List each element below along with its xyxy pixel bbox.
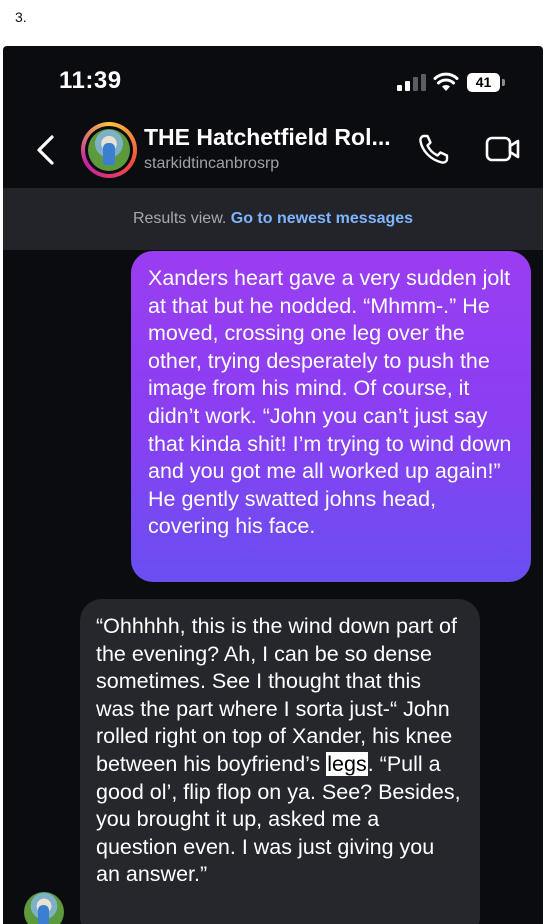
video-camera-icon[interactable] <box>485 134 521 164</box>
sender-avatar[interactable] <box>24 892 64 924</box>
post-number: 3. <box>15 9 27 25</box>
phone-icon[interactable] <box>417 132 451 166</box>
status-bar: 11:39 41 <box>3 46 543 116</box>
cellular-signal-icon <box>397 74 426 91</box>
avatar-figure <box>103 143 115 165</box>
received-message-bubble[interactable]: “Ohhhhh, this is the wind down part of t… <box>80 599 480 924</box>
back-chevron-icon[interactable] <box>33 134 59 166</box>
search-highlight: legs <box>326 751 368 776</box>
chat-header: THE Hatchetfield Rol... starkidtincanbro… <box>3 116 543 188</box>
battery-icon: 41 <box>467 73 507 92</box>
group-avatar[interactable] <box>81 122 137 178</box>
phone-screen: 11:39 41 THE Hatchetfield Rol... starkid… <box>3 46 543 924</box>
battery-cap <box>502 79 505 86</box>
results-view-label: Results view. <box>132 210 227 227</box>
sent-message-bubble[interactable]: Xanders heart gave a very sudden jolt at… <box>131 251 531 582</box>
go-to-newest-link[interactable]: Go to newest messages <box>231 210 413 227</box>
avatar-border <box>85 126 133 174</box>
status-time: 11:39 <box>59 67 122 94</box>
results-view-bar: Results view. Go to newest messages <box>3 188 543 250</box>
chat-subtitle[interactable]: starkidtincanbrosrp <box>144 155 279 173</box>
sent-message-text: Xanders heart gave a very sudden jolt at… <box>148 266 512 539</box>
wifi-icon <box>433 72 459 91</box>
sender-avatar-figure <box>38 905 49 924</box>
avatar-image <box>88 129 130 171</box>
chat-title[interactable]: THE Hatchetfield Rol... <box>144 124 399 151</box>
battery-level: 41 <box>467 73 500 92</box>
